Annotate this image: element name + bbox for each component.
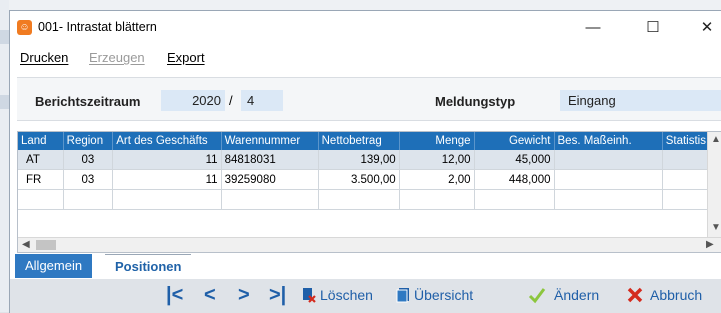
- cell-quantity: 2,00: [399, 169, 475, 190]
- period-separator: /: [229, 93, 233, 108]
- column-header[interactable]: Warennummer: [221, 132, 319, 150]
- scroll-thumb[interactable]: [36, 240, 56, 250]
- scroll-left-icon[interactable]: ◀: [22, 239, 30, 250]
- delete-button[interactable]: Löschen: [320, 287, 373, 303]
- cell-commodity-code: 84818031: [221, 150, 319, 170]
- action-bar: |< < > >| Löschen Übersicht Ändern Abbru…: [10, 279, 721, 313]
- background-window-left: [0, 0, 9, 312]
- type-label: Meldungstyp: [435, 94, 516, 109]
- change-button[interactable]: Ändern: [554, 287, 599, 303]
- period-month-field[interactable]: 4: [241, 90, 283, 111]
- column-header[interactable]: Bes. Maßeinh.: [554, 132, 663, 150]
- column-header[interactable]: Nettobetrag: [318, 132, 400, 150]
- cancel-icon[interactable]: [626, 286, 644, 304]
- column-header[interactable]: Gewicht: [474, 132, 555, 150]
- column-header[interactable]: Region: [63, 132, 114, 150]
- background-window: [0, 0, 721, 10]
- cell-weight: 448,000: [474, 169, 555, 190]
- column-header[interactable]: Land: [18, 132, 64, 150]
- cell-weight: 45,000: [474, 150, 555, 170]
- cell-commodity-code: 39259080: [221, 169, 319, 190]
- scroll-up-icon[interactable]: ▲: [711, 134, 721, 145]
- close-button[interactable]: ✕: [692, 17, 721, 39]
- window-title: 001- Intrastat blättern: [38, 20, 157, 34]
- last-record-icon[interactable]: >|: [269, 284, 286, 307]
- cell-unit: [554, 150, 663, 170]
- background-strip: [0, 95, 9, 109]
- period-label: Berichtszeitraum: [35, 94, 141, 109]
- minimize-button[interactable]: —: [578, 17, 608, 39]
- first-record-icon[interactable]: |<: [166, 284, 183, 307]
- cell-transaction-type: 11: [112, 169, 222, 190]
- maximize-button[interactable]: ☐: [638, 17, 668, 39]
- header-panel: Berichtszeitraum 2020 / 4 Meldungstyp Ei…: [17, 77, 721, 121]
- checkmark-icon[interactable]: [528, 286, 546, 304]
- cell-region: 03: [63, 150, 114, 170]
- column-header[interactable]: Art des Geschäfts: [112, 132, 222, 150]
- cell-quantity: 12,00: [399, 150, 475, 170]
- cell-unit: [554, 169, 663, 190]
- cell-region: 03: [63, 169, 114, 190]
- period-year-field[interactable]: 2020: [161, 90, 225, 111]
- table-row[interactable]: AT 03 11 84818031 139,00 12,00 45,000: [18, 150, 721, 170]
- cell-country: AT: [18, 150, 64, 170]
- column-header[interactable]: Menge: [399, 132, 475, 150]
- dialog-window: ☺ 001- Intrastat blättern — ☐ ✕ Drucken …: [9, 10, 721, 313]
- tab-general[interactable]: Allgemein: [15, 254, 93, 278]
- next-record-icon[interactable]: >: [238, 284, 250, 307]
- cell-net-amount: 139,00: [318, 150, 400, 170]
- cell-country: FR: [18, 169, 64, 190]
- cancel-button[interactable]: Abbruch: [650, 287, 702, 303]
- tab-positions[interactable]: Positionen: [105, 254, 192, 279]
- menu-bar: Drucken Erzeugen Export: [10, 47, 721, 67]
- background-strip: [0, 30, 9, 44]
- delete-icon[interactable]: [302, 287, 316, 303]
- sage-icon: ☺: [17, 20, 32, 35]
- menu-create[interactable]: Erzeugen: [89, 50, 145, 65]
- scroll-right-icon[interactable]: ▶: [706, 239, 714, 250]
- positions-grid: Land Region Art des Geschäfts Warennumme…: [17, 131, 721, 253]
- scroll-down-icon[interactable]: ▼: [711, 222, 721, 233]
- type-field[interactable]: Eingang: [560, 90, 721, 111]
- horizontal-scrollbar[interactable]: ◀ ▶: [18, 237, 721, 252]
- overview-button[interactable]: Übersicht: [414, 287, 473, 303]
- previous-record-icon[interactable]: <: [204, 284, 216, 307]
- table-row[interactable]: FR 03 11 39259080 3.500,00 2,00 448,000: [18, 169, 721, 190]
- menu-export[interactable]: Export: [167, 50, 205, 65]
- cell-net-amount: 3.500,00: [318, 169, 400, 190]
- menu-print[interactable]: Drucken: [20, 50, 68, 65]
- vertical-scrollbar[interactable]: ▲ ▼: [707, 132, 721, 238]
- positions-table: Land Region Art des Geschäfts Warennumme…: [18, 132, 721, 210]
- table-row-empty[interactable]: [18, 189, 721, 210]
- overview-icon[interactable]: [396, 287, 410, 303]
- title-bar: ☺ 001- Intrastat blättern — ☐ ✕: [10, 11, 721, 43]
- cell-transaction-type: 11: [112, 150, 222, 170]
- table-header: Land Region Art des Geschäfts Warennumme…: [18, 132, 721, 150]
